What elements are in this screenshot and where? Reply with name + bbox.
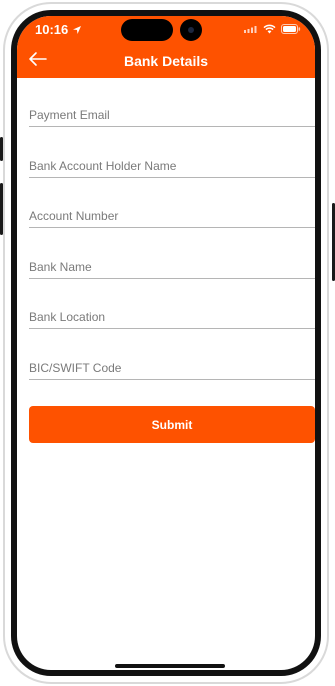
account-holder-name-input[interactable] [29, 159, 315, 173]
phone-bezel: 10:16 Bank Details Payment Email Bank Ac… [11, 10, 321, 676]
account-number-field[interactable] [29, 197, 315, 228]
front-camera [180, 19, 202, 41]
volume-up-button [0, 137, 3, 161]
location-arrow-icon [72, 26, 81, 34]
account-number-input[interactable] [29, 209, 315, 223]
status-time: 10:16 [35, 22, 82, 37]
bic-swift-code-field[interactable] [29, 349, 315, 380]
account-holder-name-field[interactable] [29, 147, 315, 178]
app-header: 10:16 Bank Details [17, 16, 315, 78]
signal-icon [244, 26, 257, 33]
dynamic-island [121, 19, 173, 41]
status-icons [244, 24, 301, 34]
submit-button[interactable]: Submit [29, 406, 315, 443]
bank-location-field[interactable] [29, 298, 315, 329]
bank-name-field[interactable] [29, 248, 315, 279]
payment-email-input[interactable] [29, 108, 315, 122]
bank-name-input[interactable] [29, 260, 315, 274]
bic-swift-code-input[interactable] [29, 361, 315, 375]
app-screen: 10:16 Bank Details Payment Email Bank Ac… [17, 16, 315, 670]
wifi-icon [263, 24, 276, 34]
payment-email-field[interactable] [29, 96, 315, 127]
bank-location-input[interactable] [29, 310, 315, 324]
page-title: Bank Details [123, 53, 209, 69]
home-indicator[interactable] [115, 664, 225, 668]
battery-icon [281, 24, 301, 34]
volume-down-button [0, 183, 3, 235]
